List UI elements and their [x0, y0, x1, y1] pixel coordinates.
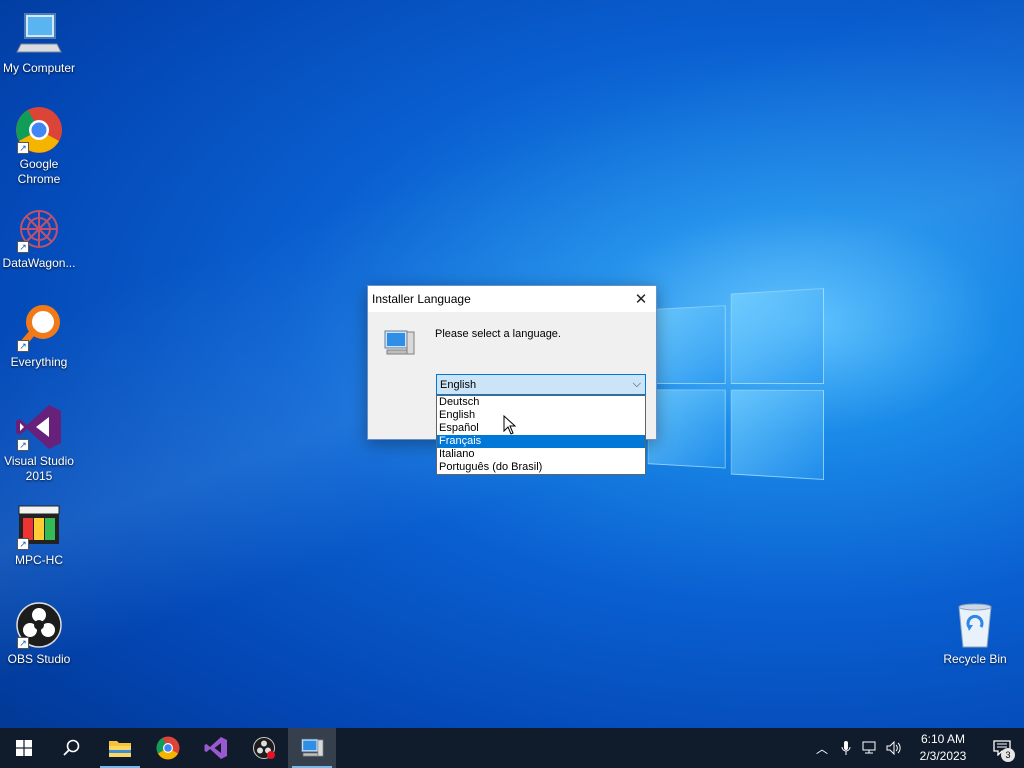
visual-studio-icon: ↗: [15, 403, 63, 451]
notification-center-button[interactable]: 3: [980, 728, 1024, 768]
shortcut-arrow-icon: ↗: [17, 142, 29, 154]
desktop-icon-label: MPC-HC: [15, 553, 63, 567]
desktop-icon-visual-studio[interactable]: ↗ Visual Studio 2015: [0, 403, 78, 484]
computer-icon: [15, 10, 63, 58]
mpc-hc-icon: ↗: [15, 502, 63, 550]
installer-computer-icon: [383, 328, 415, 358]
dialog-prompt: Please select a language.: [435, 328, 561, 340]
language-option-espanol[interactable]: Español: [437, 422, 645, 435]
desktop-icon-everything[interactable]: ↗ Everything: [0, 304, 78, 370]
everything-search-icon: ↗: [15, 304, 63, 352]
desktop-icon-label: Everything: [10, 355, 68, 369]
start-icon: [16, 740, 32, 756]
system-tray: ︿ 6:10 AM 2/3/2023 3: [810, 728, 1024, 768]
clock-date: 2/3/2023: [919, 749, 967, 763]
shortcut-arrow-icon: ↗: [17, 538, 29, 550]
obs-icon: [253, 737, 275, 759]
search-icon: [63, 739, 80, 756]
datawagon-icon: ↗: [15, 205, 63, 253]
desktop-icon-label: Visual Studio 2015: [4, 454, 74, 483]
language-option-english[interactable]: English: [437, 409, 645, 422]
chevron-down-icon[interactable]: ⌵: [633, 378, 641, 391]
mouse-cursor-icon: [503, 414, 517, 435]
recycle-bin-icon: [951, 601, 999, 649]
installer-icon: [301, 738, 324, 757]
start-button[interactable]: [0, 728, 48, 768]
network-icon[interactable]: [858, 728, 882, 768]
language-option-deutsch[interactable]: Deutsch: [437, 396, 645, 409]
desktop-icon-chrome[interactable]: ↗ Google Chrome: [0, 106, 78, 187]
shortcut-arrow-icon: ↗: [17, 637, 29, 649]
desktop-icon-label: My Computer: [2, 61, 76, 75]
desktop-icon-mpc-hc[interactable]: ↗ MPC-HC: [0, 502, 78, 568]
shortcut-arrow-icon: ↗: [17, 340, 29, 352]
desktop-icon-recycle-bin[interactable]: Recycle Bin: [936, 601, 1014, 667]
file-explorer-icon: [109, 741, 131, 757]
desktop-icon-datawagon[interactable]: ↗ DataWagon...: [0, 205, 78, 271]
language-option-portugues-brasil[interactable]: Português (do Brasil): [437, 461, 645, 474]
taskbar-chrome[interactable]: [144, 728, 192, 768]
taskbar-clock[interactable]: 6:10 AM 2/3/2023: [906, 731, 980, 765]
chrome-icon: ↗: [15, 106, 63, 154]
taskbar-search-button[interactable]: [48, 728, 96, 768]
desktop-icon-label: OBS Studio: [7, 652, 71, 666]
shortcut-arrow-icon: ↗: [17, 241, 29, 253]
taskbar-obs[interactable]: [240, 728, 288, 768]
dialog-title: Installer Language: [372, 292, 471, 306]
desktop-icon-label: Recycle Bin: [943, 652, 1007, 666]
taskbar-file-explorer[interactable]: [96, 728, 144, 768]
volume-icon[interactable]: [882, 728, 906, 768]
language-combobox[interactable]: English ⌵: [436, 374, 646, 395]
clock-time: 6:10 AM: [920, 732, 966, 746]
language-option-francais[interactable]: Français: [437, 435, 645, 448]
taskbar-visual-studio[interactable]: [192, 728, 240, 768]
taskbar: ︿ 6:10 AM 2/3/2023 3: [0, 728, 1024, 768]
close-icon[interactable]: ✕: [626, 286, 656, 312]
desktop-icon-label: DataWagon...: [2, 256, 76, 270]
desktop-icon-label: Google Chrome: [17, 157, 61, 186]
windows-logo-wallpaper: [647, 288, 824, 480]
taskbar-installer[interactable]: [288, 728, 336, 768]
obs-icon: ↗: [15, 601, 63, 649]
microphone-icon[interactable]: [834, 728, 858, 768]
language-dropdown-list: Deutsch English Español Français Italian…: [436, 395, 646, 475]
desktop-icon-my-computer[interactable]: My Computer: [0, 10, 78, 76]
language-option-italiano[interactable]: Italiano: [437, 448, 645, 461]
chrome-icon: [156, 736, 180, 760]
desktop-icon-obs[interactable]: ↗ OBS Studio: [0, 601, 78, 667]
chevron-up-icon[interactable]: ︿: [810, 728, 834, 768]
shortcut-arrow-icon: ↗: [17, 439, 29, 451]
combo-selected-value: English: [440, 378, 477, 391]
visual-studio-icon: [204, 737, 227, 759]
notification-count-badge: 3: [1001, 748, 1015, 762]
dialog-titlebar[interactable]: Installer Language ✕: [368, 286, 656, 312]
